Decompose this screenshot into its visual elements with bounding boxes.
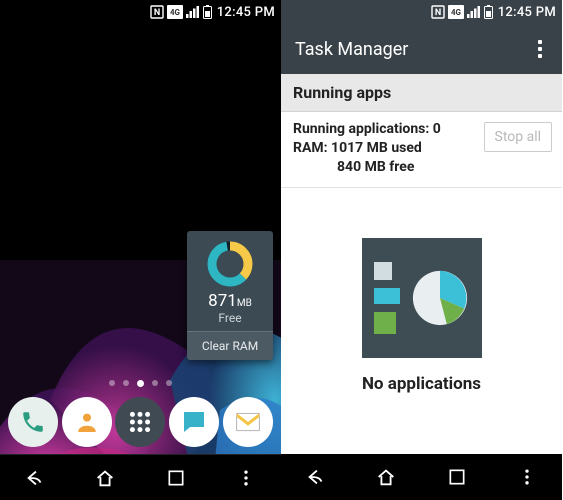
status-bar: N 4G 12:45 PM: [281, 0, 562, 24]
signal-icon: [186, 6, 200, 18]
data-4g-icon: 4G: [167, 5, 183, 19]
svg-text:4G: 4G: [451, 8, 462, 17]
battery-icon: [484, 5, 493, 19]
running-count: Running applications: 0: [293, 120, 484, 139]
ram-widget[interactable]: 871MB Free Clear RAM: [187, 231, 273, 360]
overflow-menu-icon[interactable]: [528, 40, 552, 58]
menu-button[interactable]: [512, 462, 542, 492]
ram-free-value: 871MB: [193, 293, 267, 310]
page-dot[interactable]: [152, 380, 158, 386]
recent-button[interactable]: [161, 463, 191, 493]
back-button[interactable]: [301, 462, 331, 492]
ram-free-label: Free: [193, 311, 267, 325]
empty-label: No applications: [362, 374, 481, 394]
svg-text:4G: 4G: [170, 8, 181, 17]
page-dot-active[interactable]: [137, 380, 144, 387]
nfc-icon: N: [431, 5, 445, 19]
ram-donut-icon: [205, 239, 255, 289]
ram-info-row: Running applications: 0 RAM: 1017 MB use…: [281, 112, 562, 188]
ram-free: 840 MB free: [293, 158, 484, 177]
home-button[interactable]: [90, 463, 120, 493]
email-app[interactable]: [223, 397, 273, 447]
app-title: Task Manager: [295, 39, 408, 60]
back-button[interactable]: [20, 463, 50, 493]
section-header: Running apps: [281, 74, 562, 112]
clock: 12:45 PM: [217, 5, 275, 20]
page-dot[interactable]: [109, 380, 115, 386]
dock: [0, 390, 281, 454]
task-manager-screen: N 4G 12:45 PM Task Manager Running apps …: [281, 0, 562, 500]
empty-state: No applications: [281, 188, 562, 394]
svg-text:N: N: [435, 8, 441, 18]
data-4g-icon: 4G: [448, 5, 464, 19]
clear-ram-button[interactable]: Clear RAM: [187, 331, 273, 360]
app-bar: Task Manager: [281, 24, 562, 74]
page-indicator: [0, 380, 281, 387]
status-bar: N 4G 12:45 PM: [0, 0, 281, 24]
contacts-app[interactable]: [62, 397, 112, 447]
page-dot[interactable]: [166, 380, 172, 386]
recent-button[interactable]: [442, 462, 472, 492]
nfc-icon: N: [150, 5, 164, 19]
ram-used: RAM: 1017 MB used: [293, 139, 484, 158]
signal-icon: [467, 6, 481, 18]
stop-all-button[interactable]: Stop all: [484, 122, 553, 152]
homescreen: N 4G 12:45 PM: [0, 0, 281, 500]
app-drawer[interactable]: [115, 397, 165, 447]
task-manager-icon: [362, 238, 482, 358]
phone-app[interactable]: [8, 397, 58, 447]
home-button[interactable]: [371, 462, 401, 492]
page-dot[interactable]: [123, 380, 129, 386]
clock: 12:45 PM: [498, 5, 556, 20]
menu-button[interactable]: [231, 463, 261, 493]
nav-bar: [281, 454, 562, 500]
nav-bar: [0, 454, 281, 500]
battery-icon: [203, 5, 212, 19]
svg-text:N: N: [154, 8, 160, 18]
messaging-app[interactable]: [169, 397, 219, 447]
